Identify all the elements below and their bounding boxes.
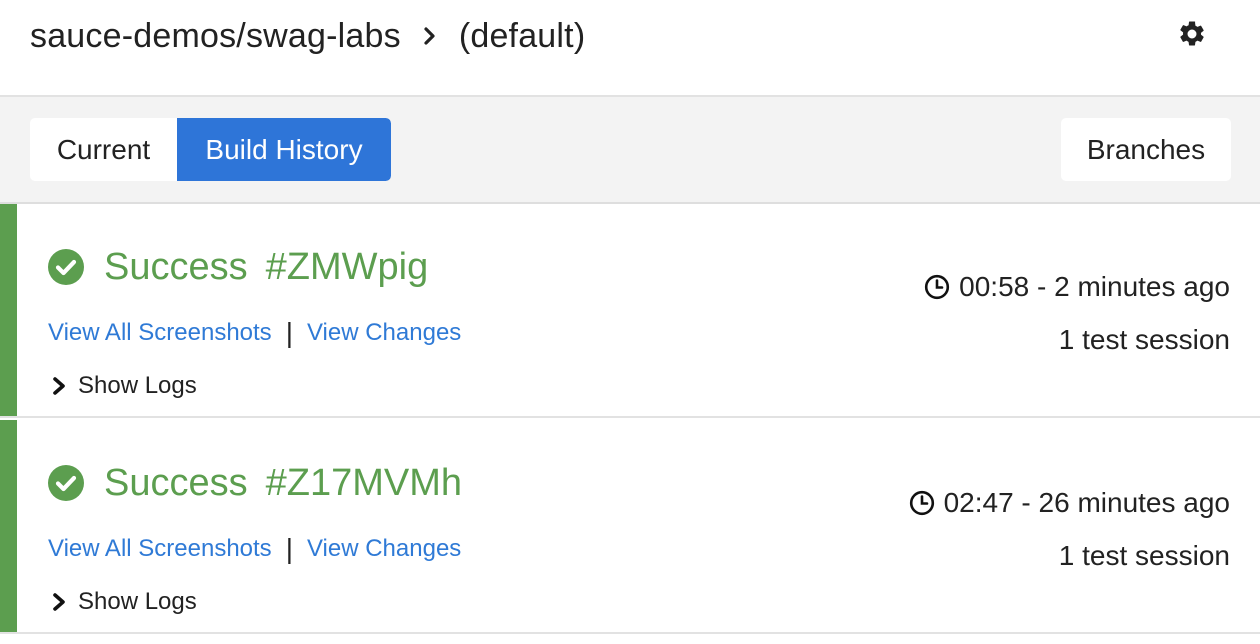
link-separator: |: [285, 533, 293, 564]
build-time: 00:58 - 2 minutes ago: [924, 267, 1230, 307]
build-status: Success: [104, 245, 248, 288]
tab-build-history[interactable]: Build History: [177, 118, 391, 181]
top-bar: sauce-demos/swag-labs (default): [0, 0, 1260, 97]
build-status-link[interactable]: Success #Z17MVMh: [48, 460, 462, 506]
chevron-right-icon: [53, 377, 65, 395]
view-all-screenshots-link[interactable]: View All Screenshots: [48, 535, 272, 563]
build-id: #Z17MVMh: [265, 461, 463, 504]
build-row: Success #ZMWpig View All Screenshots | V…: [0, 204, 1260, 418]
tab-current[interactable]: Current: [30, 118, 177, 181]
show-logs-toggle[interactable]: Show Logs: [50, 585, 197, 619]
view-switcher: Current Build History: [30, 118, 391, 181]
build-status: Success: [104, 461, 248, 504]
build-time: 02:47 - 26 minutes ago: [909, 483, 1230, 523]
show-logs-label: Show Logs: [78, 372, 197, 399]
view-all-screenshots-link[interactable]: View All Screenshots: [48, 319, 272, 347]
clock-icon: [925, 274, 950, 300]
show-logs-label: Show Logs: [78, 588, 197, 615]
breadcrumb: sauce-demos/swag-labs (default): [30, 14, 585, 58]
test-session-count: 1 test session: [1058, 540, 1230, 571]
test-session-count: 1 test session: [1058, 324, 1230, 355]
gear-icon[interactable]: [1177, 19, 1207, 49]
status-stripe: [0, 420, 17, 632]
link-separator: |: [285, 317, 293, 348]
toolbar: Current Build History Branches: [0, 97, 1260, 204]
build-id: #ZMWpig: [265, 245, 429, 288]
view-changes-link[interactable]: View Changes: [307, 319, 461, 347]
check-circle-icon: [48, 249, 84, 285]
build-links: View All Screenshots | View Changes: [48, 532, 461, 566]
status-stripe: [0, 204, 17, 416]
chevron-right-icon: [53, 593, 65, 611]
build-row: Success #Z17MVMh View All Screenshots | …: [0, 420, 1260, 634]
breadcrumb-project[interactable]: sauce-demos/swag-labs: [30, 17, 401, 56]
build-links: View All Screenshots | View Changes: [48, 316, 461, 350]
show-logs-toggle[interactable]: Show Logs: [50, 369, 197, 403]
check-circle-icon: [48, 465, 84, 501]
build-status-link[interactable]: Success #ZMWpig: [48, 244, 428, 290]
branches-button[interactable]: Branches: [1061, 118, 1231, 181]
breadcrumb-branch[interactable]: (default): [459, 17, 586, 56]
build-time-text: 00:58 - 2 minutes ago: [959, 271, 1230, 302]
view-changes-link[interactable]: View Changes: [307, 535, 461, 563]
build-time-text: 02:47 - 26 minutes ago: [943, 487, 1230, 518]
clock-icon: [909, 490, 934, 516]
chevron-right-icon: [423, 26, 437, 46]
